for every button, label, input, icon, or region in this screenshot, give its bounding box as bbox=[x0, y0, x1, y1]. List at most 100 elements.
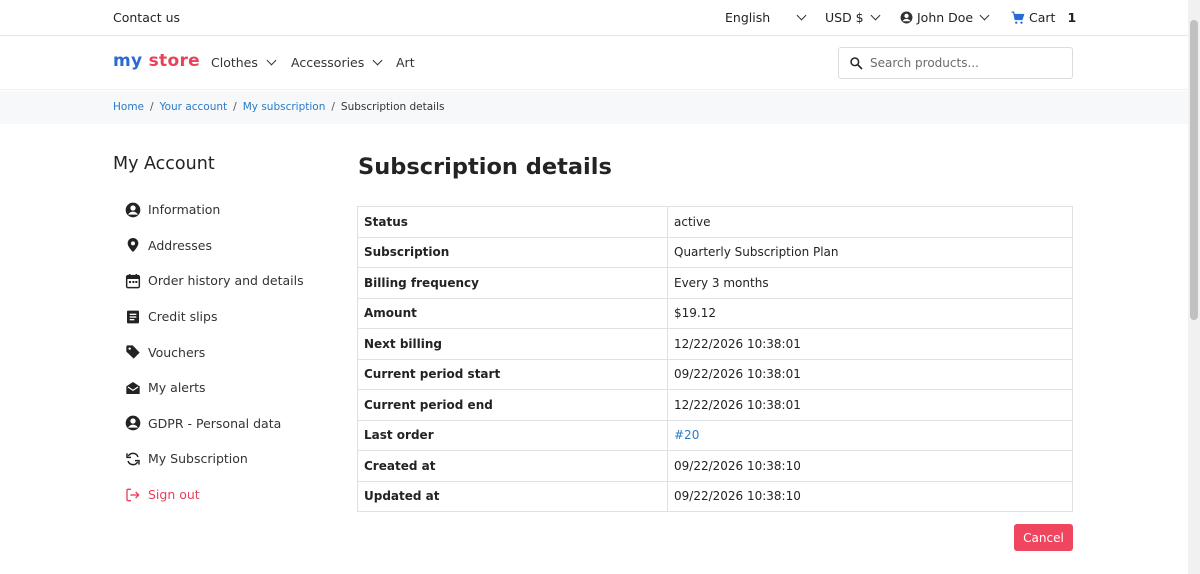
user-icon bbox=[900, 11, 913, 24]
row-label: Next billing bbox=[357, 328, 668, 360]
subscription-details-table: Status active Subscription Quarterly Sub… bbox=[357, 206, 1073, 512]
main-header: my store Clothes Accessories Art bbox=[0, 36, 1188, 90]
row-label: Current period start bbox=[357, 358, 668, 390]
row-label: Billing frequency bbox=[357, 267, 668, 299]
logout-icon bbox=[125, 487, 141, 503]
row-value: Every 3 months bbox=[667, 267, 1073, 299]
row-label: Status bbox=[357, 206, 668, 238]
table-row: Amount $19.12 bbox=[357, 297, 1073, 329]
row-label: Last order bbox=[357, 419, 668, 451]
sidebar-item-label: My Subscription bbox=[148, 451, 248, 467]
breadcrumb: Home / Your account / My subscription / … bbox=[113, 101, 444, 113]
chevron-down-icon[interactable] bbox=[266, 55, 277, 66]
tag-icon bbox=[125, 344, 141, 360]
row-value: 12/22/2026 10:38:01 bbox=[667, 389, 1073, 421]
nav-accessories[interactable]: Accessories bbox=[291, 55, 383, 70]
store-logo[interactable]: my store bbox=[113, 51, 200, 71]
mail-open-icon bbox=[125, 380, 141, 396]
table-row: Status active bbox=[357, 206, 1073, 238]
row-value: 09/22/2026 10:38:10 bbox=[667, 480, 1073, 512]
sidebar-item-label: Vouchers bbox=[148, 344, 206, 360]
top-bar: Contact us English USD $ John Doe Cart 1 bbox=[0, 0, 1188, 36]
sidebar-item-vouchers[interactable]: Vouchers bbox=[125, 334, 345, 370]
search-icon[interactable] bbox=[849, 56, 863, 70]
sidebar-item-order-history[interactable]: Order history and details bbox=[125, 263, 345, 299]
chevron-down-icon[interactable] bbox=[372, 55, 383, 66]
sidebar-item-gdpr[interactable]: GDPR - Personal data bbox=[125, 406, 345, 442]
row-value-cell: #20 bbox=[667, 419, 1073, 451]
sidebar-item-label: Addresses bbox=[148, 237, 212, 253]
breadcrumb-current: Subscription details bbox=[340, 101, 445, 113]
search-input[interactable] bbox=[870, 56, 1060, 70]
nav-label: Art bbox=[396, 55, 415, 70]
table-row: Current period end 12/22/2026 10:38:01 bbox=[357, 389, 1073, 421]
sidebar-item-information[interactable]: Information bbox=[125, 192, 345, 228]
user-name: John Doe bbox=[917, 10, 974, 25]
account-circle-icon bbox=[125, 415, 141, 431]
row-value: 09/22/2026 10:38:10 bbox=[667, 450, 1073, 482]
breadcrumb-home[interactable]: Home bbox=[113, 101, 144, 113]
nav-label: Clothes bbox=[211, 55, 258, 70]
row-value: $19.12 bbox=[667, 297, 1073, 329]
sidebar-item-addresses[interactable]: Addresses bbox=[125, 228, 345, 264]
chevron-down-icon bbox=[796, 10, 807, 21]
table-row: Billing frequency Every 3 months bbox=[357, 267, 1073, 299]
breadcrumb-separator: / bbox=[233, 101, 237, 113]
logo-my: my bbox=[113, 51, 143, 71]
search-box bbox=[838, 47, 1073, 79]
sidebar-item-label: Sign out bbox=[148, 487, 200, 503]
table-row: Subscription Quarterly Subscription Plan bbox=[357, 236, 1073, 268]
page-scrollbar[interactable] bbox=[1188, 0, 1200, 574]
nav-clothes[interactable]: Clothes bbox=[211, 55, 277, 70]
contact-us-link[interactable]: Contact us bbox=[113, 10, 180, 25]
sidebar-item-label: My alerts bbox=[148, 380, 206, 396]
scrollbar-thumb[interactable] bbox=[1190, 20, 1198, 320]
cart-button[interactable]: Cart 1 bbox=[1011, 10, 1076, 25]
cart-icon bbox=[1011, 11, 1025, 24]
language-selector[interactable]: English bbox=[725, 10, 807, 25]
table-row: Last order #20 bbox=[357, 419, 1073, 451]
logo-store: store bbox=[148, 51, 200, 71]
sidebar-item-label: Credit slips bbox=[148, 309, 218, 325]
breadcrumb-bar: Home / Your account / My subscription / … bbox=[0, 91, 1188, 124]
chevron-down-icon bbox=[979, 10, 990, 21]
account-menu: Information Addresses Order history and … bbox=[125, 192, 345, 512]
table-row: Next billing 12/22/2026 10:38:01 bbox=[357, 328, 1073, 360]
nav-label: Accessories bbox=[291, 55, 365, 70]
breadcrumb-separator: / bbox=[150, 101, 154, 113]
sidebar-item-my-alerts[interactable]: My alerts bbox=[125, 370, 345, 406]
row-label: Created at bbox=[357, 450, 668, 482]
refresh-icon bbox=[125, 451, 141, 467]
chevron-down-icon bbox=[870, 10, 881, 21]
sidebar-item-label: GDPR - Personal data bbox=[148, 415, 282, 431]
user-menu[interactable]: John Doe bbox=[900, 10, 990, 25]
calendar-icon bbox=[125, 273, 141, 289]
sidebar-item-credit-slips[interactable]: Credit slips bbox=[125, 299, 345, 335]
my-account-title: My Account bbox=[113, 154, 215, 174]
sidebar-item-my-subscription[interactable]: My Subscription bbox=[125, 441, 345, 477]
language-label: English bbox=[725, 10, 771, 25]
row-label: Updated at bbox=[357, 480, 668, 512]
table-row: Created at 09/22/2026 10:38:10 bbox=[357, 450, 1073, 482]
last-order-link[interactable]: #20 bbox=[674, 428, 699, 442]
row-value: 12/22/2026 10:38:01 bbox=[667, 328, 1073, 360]
table-row: Current period start 09/22/2026 10:38:01 bbox=[357, 358, 1073, 390]
breadcrumb-my-subscription[interactable]: My subscription bbox=[243, 101, 326, 113]
sidebar-item-label: Order history and details bbox=[148, 273, 304, 289]
cancel-subscription-button[interactable]: Cancel bbox=[1014, 524, 1073, 551]
row-value: active bbox=[667, 206, 1073, 238]
receipt-icon bbox=[125, 309, 141, 325]
location-pin-icon bbox=[125, 237, 141, 253]
table-row: Updated at 09/22/2026 10:38:10 bbox=[357, 480, 1073, 512]
row-label: Amount bbox=[357, 297, 668, 329]
sidebar-item-label: Information bbox=[148, 202, 221, 218]
page-title: Subscription details bbox=[358, 154, 612, 180]
row-value: Quarterly Subscription Plan bbox=[667, 236, 1073, 268]
cart-label: Cart bbox=[1029, 10, 1056, 25]
row-label: Current period end bbox=[357, 389, 668, 421]
currency-selector[interactable]: USD $ bbox=[825, 10, 881, 25]
nav-art[interactable]: Art bbox=[396, 55, 415, 70]
currency-label: USD $ bbox=[825, 10, 864, 25]
sidebar-item-sign-out[interactable]: Sign out bbox=[125, 477, 345, 513]
breadcrumb-your-account[interactable]: Your account bbox=[160, 101, 228, 113]
